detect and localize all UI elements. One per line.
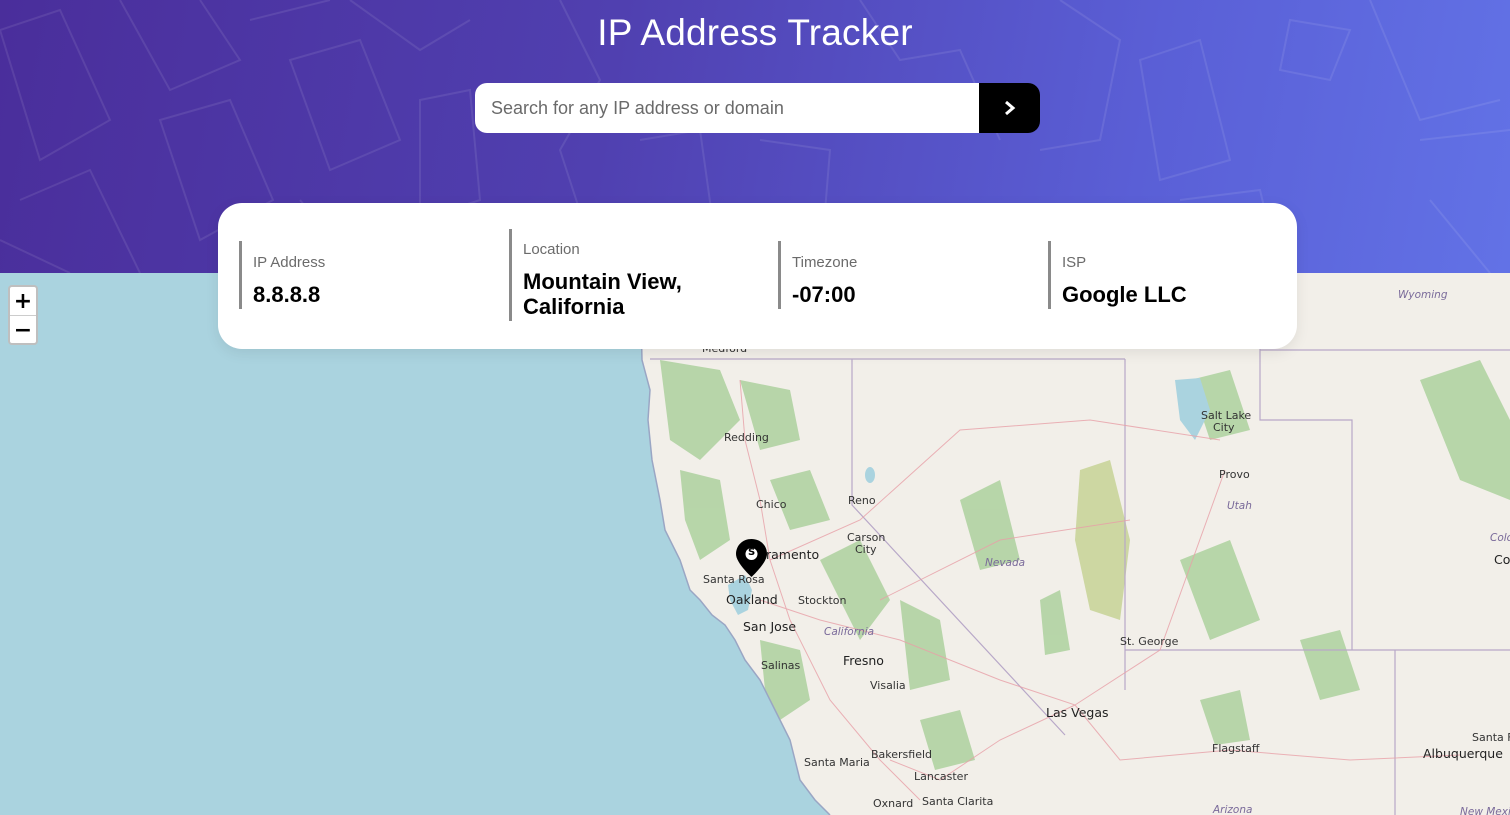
divider <box>1048 241 1051 309</box>
location-marker[interactable]: S <box>735 538 768 578</box>
divider <box>778 241 781 309</box>
search-submit-button[interactable] <box>979 83 1040 133</box>
timezone-label: Timezone <box>792 254 858 271</box>
map-label: California <box>824 626 875 638</box>
zoom-out-button[interactable]: − <box>10 316 36 344</box>
map-label: Colo <box>1490 532 1510 544</box>
timezone-value: -07:00 <box>792 282 856 307</box>
isp-label: ISP <box>1062 254 1087 271</box>
map-label: Utah <box>1227 500 1252 512</box>
timezone-panel: Timezone -07:00 <box>778 203 1038 349</box>
map-label: Flagstaff <box>1212 742 1260 755</box>
zoom-in-button[interactable]: + <box>10 287 36 316</box>
map-label: Santa Fe <box>1472 731 1510 744</box>
map-label: City <box>855 543 877 556</box>
map-label: ramento <box>766 547 820 562</box>
map-label: Wyoming <box>1398 289 1448 301</box>
map-label: Albuquerque <box>1423 746 1503 761</box>
map-label: Reno <box>848 494 876 507</box>
location-value: Mountain View, California <box>523 269 682 319</box>
page-title: IP Address Tracker <box>597 12 913 53</box>
map-label: Santa Maria <box>804 756 870 769</box>
map-label: Co <box>1494 552 1510 567</box>
ip-address-panel: IP Address 8.8.8.8 <box>239 203 499 349</box>
map-label: San Jose <box>743 619 797 634</box>
location-label: Location <box>523 241 580 258</box>
location-pin-icon <box>736 539 767 577</box>
map-label: St. George <box>1120 635 1179 648</box>
map-label: Provo <box>1219 468 1250 481</box>
map-label: Stockton <box>798 594 847 607</box>
divider <box>239 241 242 309</box>
map-label: Fresno <box>843 653 884 668</box>
search-bar <box>475 83 1040 133</box>
map-label: Chico <box>756 498 787 511</box>
map-label: City <box>1213 421 1235 434</box>
chevron-right-icon <box>1004 100 1015 116</box>
map-label: Oakland <box>726 592 778 607</box>
map-label: Santa Clarita <box>922 795 994 808</box>
ip-address-value: 8.8.8.8 <box>253 282 321 307</box>
isp-value: Google LLC <box>1062 282 1187 307</box>
marker-glyph: S <box>748 547 756 558</box>
map-label: Nevada <box>985 557 1026 569</box>
ip-address-label: IP Address <box>253 254 326 271</box>
isp-panel: ISP Google LLC <box>1048 203 1308 349</box>
map-label: Redding <box>724 431 769 444</box>
divider <box>509 229 512 321</box>
zoom-control: + − <box>8 285 38 345</box>
map-label: Las Vegas <box>1046 705 1109 720</box>
ip-info-card: IP Address 8.8.8.8 Location Mountain Vie… <box>218 203 1297 349</box>
search-input[interactable] <box>475 83 979 133</box>
map-label: Lancaster <box>914 770 968 783</box>
map-label: Visalia <box>870 679 906 692</box>
map-label: Bakersfield <box>871 748 933 761</box>
location-panel: Location Mountain View, California <box>509 203 769 349</box>
map-label: Oxnard <box>873 797 914 810</box>
map-label: Salinas <box>761 659 801 672</box>
map-label: New Mexico <box>1460 806 1510 815</box>
map-label: Arizona <box>1213 804 1253 815</box>
